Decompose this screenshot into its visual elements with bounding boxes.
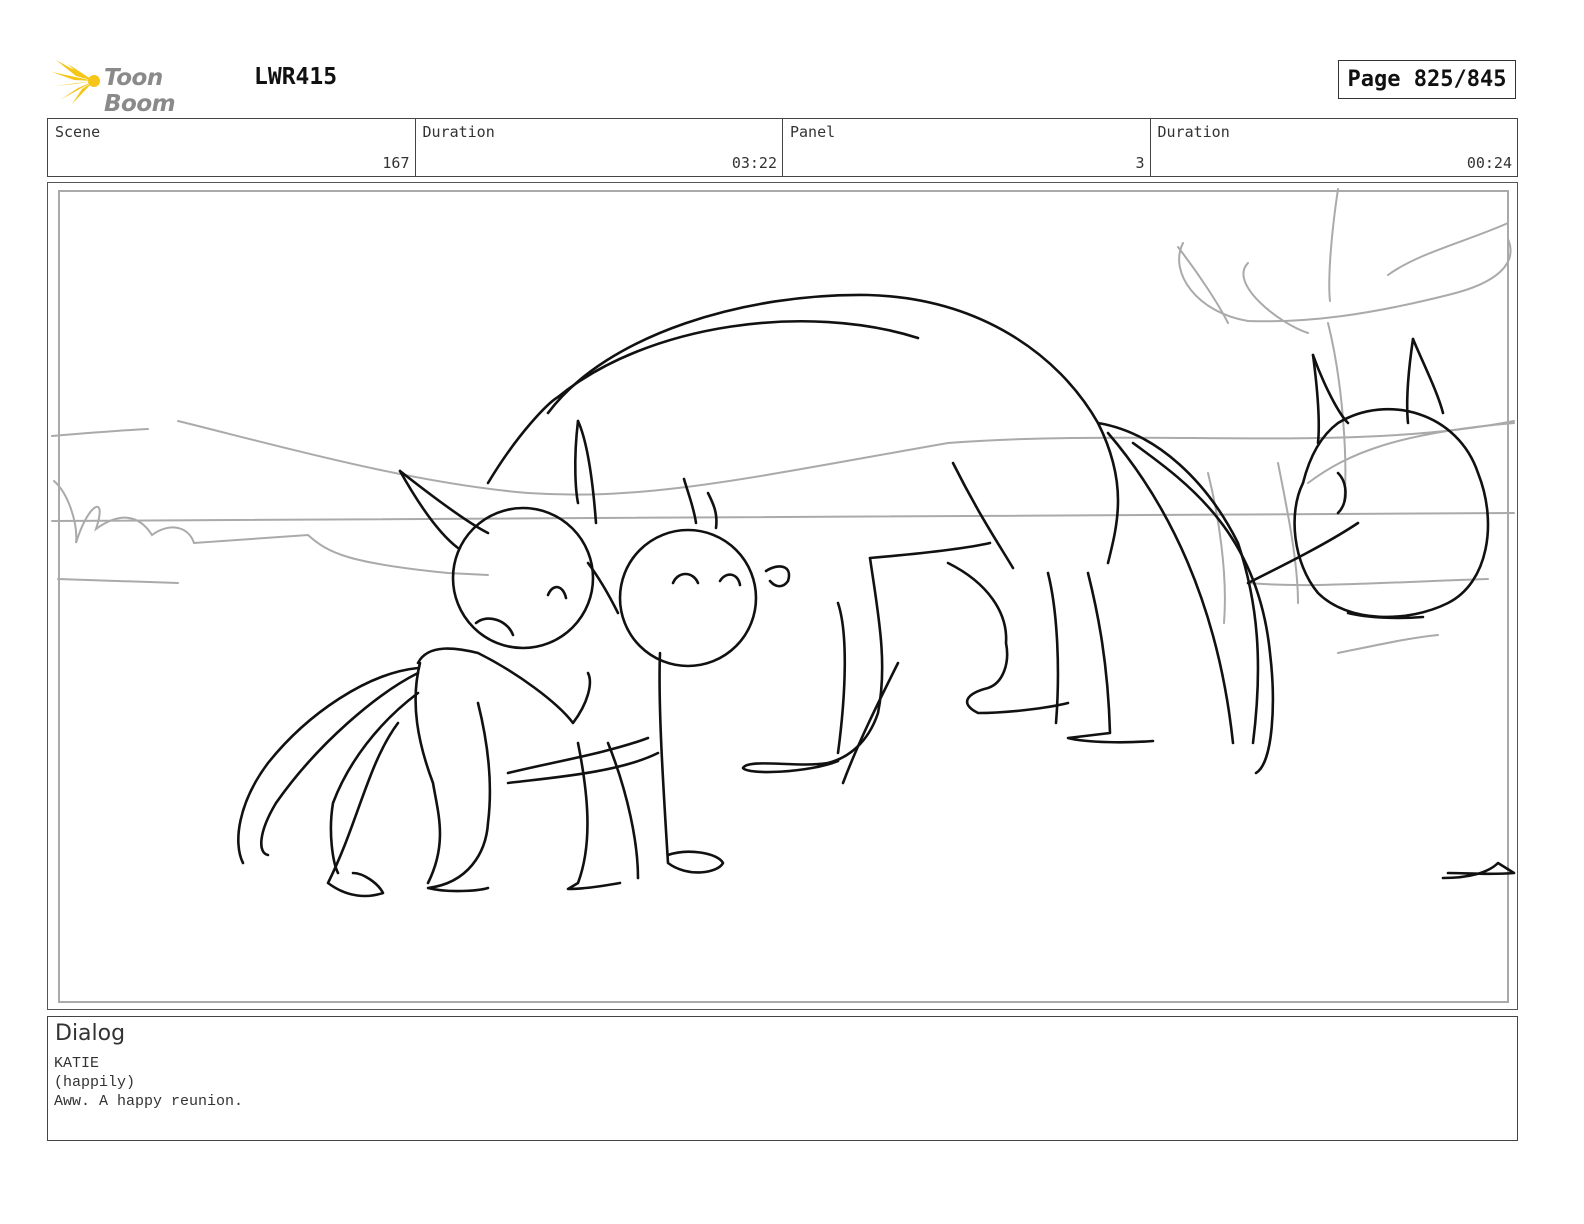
panel-duration-value: 00:24	[1466, 154, 1512, 172]
project-id: LWR415	[254, 64, 338, 90]
storyboard-panel	[47, 182, 1518, 1010]
scene-label: Scene	[55, 123, 101, 141]
dialog-direction: (happily)	[54, 1074, 136, 1091]
starburst-icon	[52, 60, 100, 104]
storyboard-sketch	[51, 188, 1516, 1003]
dialog-box: Dialog KATIE (happily) Aww. A happy reun…	[47, 1016, 1518, 1141]
scene-cell: Scene 167	[48, 119, 416, 176]
dialog-character: KATIE	[54, 1055, 100, 1072]
panel-label: Panel	[790, 123, 836, 141]
dialog-title: Dialog	[55, 1021, 126, 1046]
toon-boom-logo: Toon Boom	[50, 56, 240, 117]
dialog-line: Aww. A happy reunion.	[54, 1093, 244, 1110]
panel-duration-label: Duration	[1157, 123, 1230, 141]
scene-info-bar: Scene 167 Duration 03:22 Panel 3 Duratio…	[47, 118, 1518, 177]
page-number: Page 825/845	[1338, 60, 1516, 99]
panel-cell: Panel 3	[783, 119, 1151, 176]
scene-duration-label: Duration	[422, 123, 495, 141]
panel-value: 3	[1135, 154, 1145, 172]
scene-value: 167	[382, 154, 410, 172]
scene-duration-value: 03:22	[731, 154, 777, 172]
panel-duration-cell: Duration 00:24	[1151, 119, 1518, 176]
logo-text: Toon Boom	[104, 65, 176, 117]
scene-duration-cell: Duration 03:22	[416, 119, 783, 176]
